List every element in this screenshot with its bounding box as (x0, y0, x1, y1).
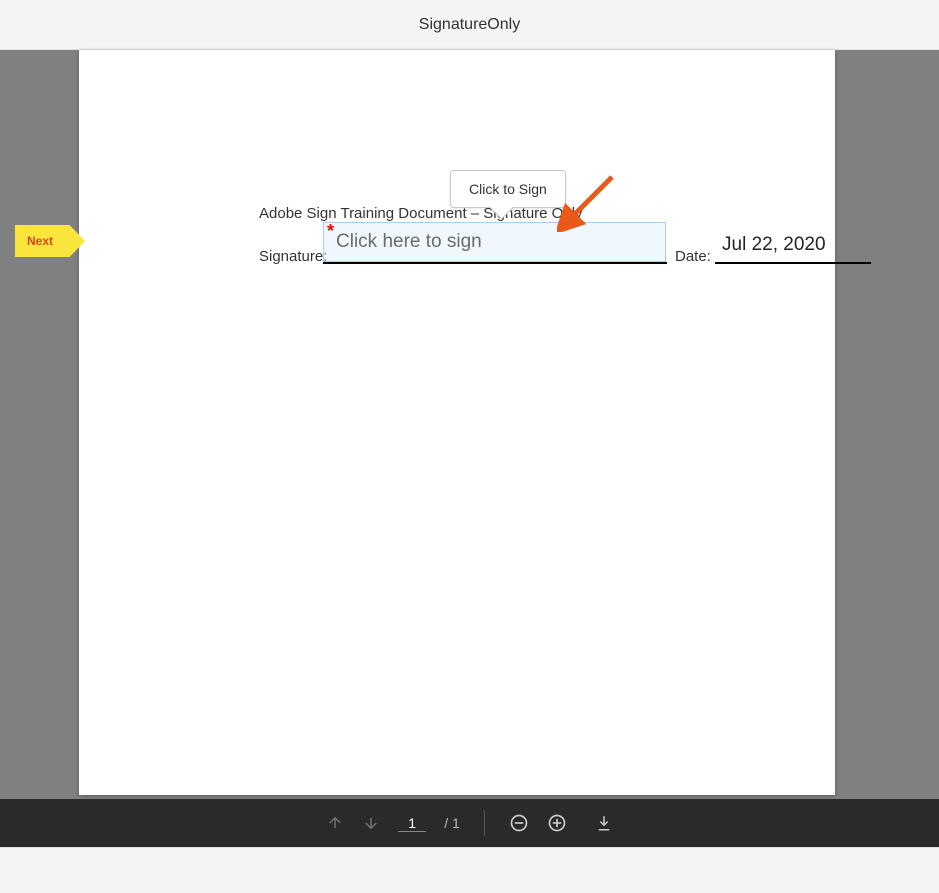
arrow-down-icon (362, 814, 380, 832)
sign-tooltip-text: Click to Sign (469, 181, 547, 197)
signature-underline (323, 262, 667, 264)
zoom-in-icon (547, 813, 567, 833)
date-value: Jul 22, 2020 (722, 234, 826, 256)
signature-field[interactable]: * Click here to sign (323, 222, 666, 262)
app-header: SignatureOnly (0, 0, 939, 50)
signature-placeholder: Click here to sign (336, 231, 482, 253)
arrow-up-icon (326, 814, 344, 832)
date-label: Date: (675, 248, 711, 265)
document-page: Adobe Sign Training Document – Signature… (79, 50, 835, 795)
page-title: SignatureOnly (419, 16, 520, 34)
document-viewer: Next Adobe Sign Training Document – Sign… (0, 50, 939, 800)
zoom-in-button[interactable] (547, 813, 567, 833)
required-asterisk-icon: * (327, 221, 334, 242)
viewer-toolbar: / 1 (0, 799, 939, 847)
page-total-label: / 1 (444, 815, 460, 831)
prev-page-button[interactable] (326, 814, 344, 832)
zoom-out-button[interactable] (509, 813, 529, 833)
next-page-button[interactable] (362, 814, 380, 832)
app-footer (0, 847, 939, 893)
zoom-out-icon (509, 813, 529, 833)
page-number-input[interactable] (398, 815, 426, 832)
signature-label: Signature: (259, 248, 327, 265)
date-underline (715, 262, 871, 264)
next-field-flag[interactable]: Next (15, 225, 85, 257)
download-icon (595, 814, 613, 832)
download-button[interactable] (595, 814, 613, 832)
sign-tooltip: Click to Sign (450, 170, 566, 208)
toolbar-divider (484, 810, 485, 836)
